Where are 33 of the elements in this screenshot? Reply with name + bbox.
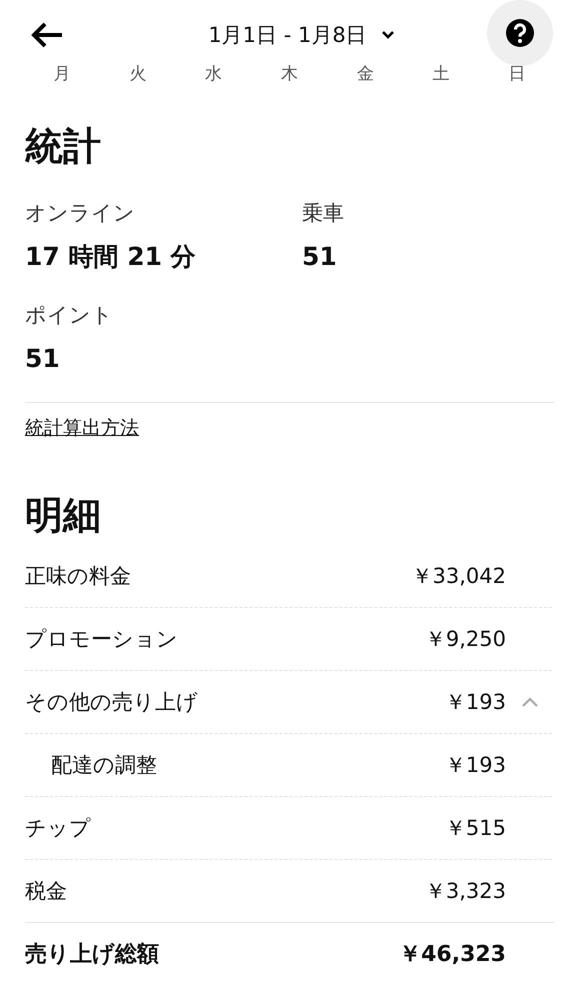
help-icon — [505, 18, 535, 48]
stat-label: 乗車 — [302, 200, 345, 227]
line-item-label: 配達の調整 — [50, 752, 158, 779]
section-heading: 明細 — [25, 492, 102, 539]
line-item-amount: ￥3,323 — [424, 878, 506, 905]
stat-label: ポイント — [25, 302, 114, 329]
line-item-label: 税金 — [25, 878, 68, 905]
stat-label: オンライン — [25, 200, 136, 227]
line-item-label: プロモーション — [25, 626, 179, 653]
stat-value: 51 — [302, 241, 338, 273]
line-item-label: 正味の料金 — [25, 563, 132, 590]
weekday-label: 金 — [356, 64, 374, 84]
weekday-label: 木 — [280, 64, 298, 84]
stats-method-link[interactable]: 統計算出方法 — [25, 417, 139, 439]
line-item-amount: ￥46,323 — [398, 941, 506, 969]
line-item-amount: ￥193 — [444, 689, 506, 716]
line-item-amount: ￥515 — [444, 815, 506, 842]
caret-icon — [380, 30, 395, 40]
stat-value: 17 時間 21 分 — [25, 241, 197, 273]
line-item-label: 売り上げ総額 — [25, 941, 160, 969]
weekday-label: 水 — [205, 64, 222, 84]
line-item-label: その他の売り上げ — [25, 689, 199, 716]
weekday-label: 月 — [53, 64, 70, 84]
line-item-label: チップ — [25, 815, 92, 842]
section-heading: 統計 — [25, 123, 102, 170]
stat-value: 51 — [25, 343, 61, 375]
line-item-amount: ￥9,250 — [424, 626, 506, 653]
line-item-amount: ￥33,042 — [410, 563, 506, 590]
line-item-amount: ￥193 — [444, 752, 506, 779]
weekday-label: 火 — [129, 64, 146, 84]
weekday-label: 日 — [508, 64, 526, 84]
weekday-label: 土 — [432, 64, 450, 84]
date-range-dropdown[interactable]: 1月1日 - 1月8日 — [208, 21, 395, 49]
